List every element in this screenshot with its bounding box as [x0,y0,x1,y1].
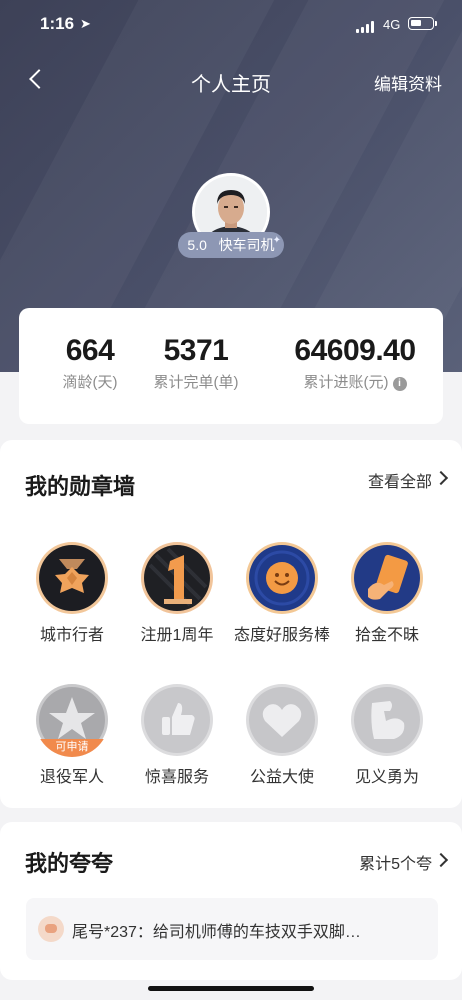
medal-label: 拾金不昧 [354,627,419,644]
stats-card: 664 滴龄(天) 5371 累计完单(单) 64609.40 累计进账(元) i [19,308,443,424]
stat-completed-orders: 5371 累计完单(单) [143,334,249,392]
stat-value: 64609.40 [294,334,416,367]
stat-label: 累计完单(单) [153,374,239,391]
home-indicator[interactable] [148,986,314,991]
stat-driver-days: 664 滴龄(天) [37,334,143,392]
medal-item[interactable]: 公益大使 [229,683,335,787]
praise-item[interactable]: 尾号*237：给司机师傅的车技双手双脚… [26,898,438,960]
stat-total-income[interactable]: 64609.40 累计进账(元) i [281,334,429,392]
nav-bar: 个人主页 编辑资料 [0,48,462,108]
medal-item[interactable]: 见义勇为 [334,683,440,787]
medal-label: 退役军人 [39,769,104,786]
medal-item[interactable]: 注册1周年 [124,541,230,645]
medal-item[interactable]: 态度好服务棒 [229,541,335,645]
apply-tag[interactable]: 可申请 [35,739,109,757]
medal-item[interactable]: 拾金不昧 [334,541,440,645]
medal-item[interactable]: 惊喜服务 [124,683,230,787]
medal-label: 城市行者 [39,627,104,644]
praise-card: 我的夸夸 累计5个夸 尾号*237：给司机师傅的车技双手双脚… [0,822,462,980]
stat-label: 滴龄(天) [62,374,118,391]
edit-profile-button[interactable]: 编辑资料 [374,70,442,95]
view-all-label: 查看全部 [367,474,432,491]
praise-count-label: 累计5个夸 [359,856,432,873]
status-time: 1:16 [40,14,75,33]
view-all-medals-link[interactable]: 查看全部 [367,468,449,492]
muscle-medal-icon [350,683,424,757]
battery-icon [408,17,437,30]
chevron-right-icon [433,470,449,486]
heart-medal-icon [245,683,319,757]
medal-label: 态度好服务棒 [233,627,330,644]
praise-count-link[interactable]: 累计5个夸 [359,850,449,874]
smile-service-medal-icon [245,541,319,615]
section-title: 我的夸夸 [25,851,114,876]
passenger-avatar-icon [38,916,64,942]
status-bar: 1:16 ➤ 4G [0,0,462,48]
medal-label: 惊喜服务 [144,769,209,786]
driver-rating-badge: 5.0 快车司机 ✦ [178,232,284,258]
praise-text: 尾号*237：给司机师傅的车技双手双脚… [72,924,361,941]
medal-label: 见义勇为 [354,769,419,786]
info-icon[interactable]: i [392,377,407,391]
first-anniversary-medal-icon [140,541,214,615]
city-walker-medal-icon [35,541,109,615]
medal-item[interactable]: 城市行者 [19,541,125,645]
veteran-star-medal-icon: 可申请 [35,683,109,757]
driver-role: 快车司机 [218,237,275,253]
stat-value: 664 [65,334,115,367]
signal-icon [356,21,376,33]
medal-item[interactable]: 可申请 退役军人 [19,683,125,787]
location-arrow-icon: ➤ [80,16,91,31]
stat-value: 5371 [163,334,229,367]
sparkle-icon: ✦ [272,235,281,246]
chevron-right-icon [433,852,449,868]
thumbs-up-medal-icon [140,683,214,757]
honesty-medal-icon [350,541,424,615]
medal-label: 注册1周年 [140,627,214,644]
stat-label: 累计进账(元) [303,374,389,391]
medal-label: 公益大使 [249,769,314,786]
medal-wall-card: 我的勋章墙 查看全部 城市行者 注册1周年 态度好服务棒 拾金不昧 可申请 退役… [0,440,462,808]
network-type: 4G [383,17,401,32]
section-title: 我的勋章墙 [25,474,136,499]
rating-value: 5.0 [187,237,207,253]
